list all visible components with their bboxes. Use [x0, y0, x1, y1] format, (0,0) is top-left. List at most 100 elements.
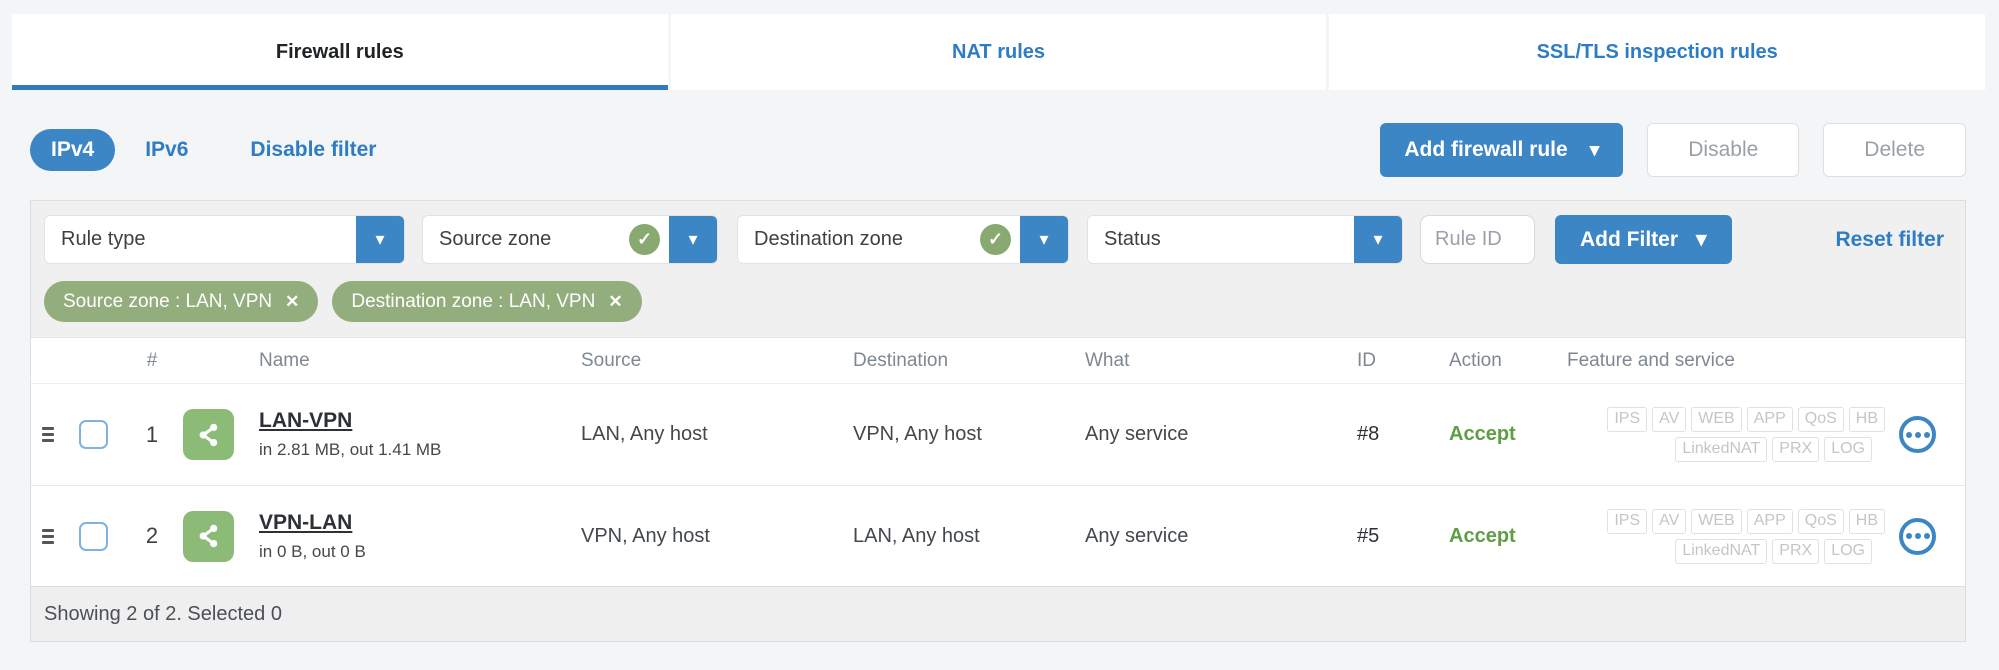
header-source: Source: [581, 349, 642, 371]
rule-action: Accept: [1449, 524, 1516, 547]
badge-prx: PRX: [1772, 538, 1820, 564]
tab-ssl-tls-inspection-rules[interactable]: SSL/TLS inspection rules: [1329, 14, 1986, 90]
delete-button[interactable]: Delete: [1823, 123, 1966, 177]
drag-handle-icon[interactable]: [42, 427, 54, 442]
rule-type-dropdown[interactable]: Rule type ▾: [44, 215, 405, 264]
badge-web: WEB: [1691, 407, 1742, 432]
rule-traffic: in 0 B, out 0 B: [259, 541, 366, 561]
row-number: 2: [145, 523, 159, 548]
table-header: # Name Source Destination What ID Action…: [31, 337, 1965, 384]
chevron-down-icon[interactable]: ▾: [1020, 216, 1068, 263]
badge-line-1: IPS AV WEB APP QoS HB: [1607, 508, 1885, 534]
row-menu-ellipsis-icon[interactable]: [1899, 416, 1936, 453]
add-filter-button[interactable]: Add Filter ▾: [1555, 215, 1732, 264]
ipv4-toggle[interactable]: IPv4: [30, 129, 116, 171]
rule-destination: VPN, Any host: [853, 423, 982, 445]
badge-av: AV: [1652, 407, 1687, 432]
header-destination: Destination: [853, 349, 949, 371]
filter-chip-source-zone: Source zone : LAN, VPN ✕: [44, 281, 319, 322]
close-icon[interactable]: ✕: [285, 292, 299, 312]
rule-type-label: Rule type: [61, 228, 146, 250]
badge-log: LOG: [1824, 437, 1872, 462]
header-id: ID: [1357, 349, 1376, 371]
badge-web: WEB: [1691, 508, 1742, 534]
chevron-down-icon[interactable]: ▾: [1354, 216, 1402, 263]
rule-id: #8: [1357, 423, 1380, 445]
destination-zone-label: Destination zone: [754, 228, 903, 250]
disable-button[interactable]: Disable: [1647, 123, 1800, 177]
reset-filter-link[interactable]: Reset filter: [1835, 228, 1952, 252]
row-checkbox[interactable]: [79, 420, 108, 449]
badge-line-2: LinkedNAT PRX LOG: [1675, 538, 1872, 564]
rule-source: VPN, Any host: [581, 524, 710, 547]
badge-qos: QoS: [1797, 508, 1844, 534]
source-zone-label: Source zone: [439, 228, 552, 250]
rule-name-link[interactable]: VPN-LAN: [259, 511, 352, 535]
badge-ips: IPS: [1607, 407, 1648, 432]
filter-area: Rule type ▾ Source zone ✓ ▾ Destination …: [31, 201, 1965, 337]
header-name: Name: [259, 349, 310, 371]
destination-zone-dropdown[interactable]: Destination zone ✓ ▾: [737, 215, 1069, 264]
badge-line-1: IPS AV WEB APP QoS HB: [1607, 407, 1885, 432]
rule-id: #5: [1357, 524, 1380, 547]
badge-prx: PRX: [1772, 437, 1820, 462]
chevron-down-icon: ▾: [1589, 139, 1600, 161]
ipv6-toggle[interactable]: IPv6: [145, 138, 188, 162]
rule-name-link[interactable]: LAN-VPN: [259, 409, 352, 433]
header-what: What: [1085, 349, 1130, 371]
controls-row: IPv4 IPv6 Disable filter Add firewall ru…: [30, 120, 1966, 180]
badge-linkednat: LinkedNAT: [1675, 437, 1768, 462]
header-action: Action: [1449, 349, 1502, 371]
badge-app: APP: [1746, 508, 1793, 534]
badge-hb: HB: [1848, 508, 1885, 534]
rule-destination: LAN, Any host: [853, 524, 980, 547]
badge-hb: HB: [1848, 407, 1885, 432]
filter-row: Rule type ▾ Source zone ✓ ▾ Destination …: [44, 215, 1952, 264]
chevron-down-icon[interactable]: ▾: [669, 216, 717, 263]
filter-chip-label: Destination zone : LAN, VPN: [351, 290, 596, 312]
badge-line-2: LinkedNAT PRX LOG: [1675, 437, 1872, 462]
badge-app: APP: [1746, 407, 1793, 432]
network-share-icon: [183, 510, 234, 562]
rule-source: LAN, Any host: [581, 423, 708, 445]
feature-badges: IPS AV WEB APP QoS HB LinkedNAT PRX LOG: [1559, 508, 1889, 564]
chevron-down-icon: ▾: [1696, 228, 1707, 251]
row-menu-ellipsis-icon[interactable]: [1899, 517, 1936, 555]
feature-badges: IPS AV WEB APP QoS HB LinkedNAT PRX LOG: [1559, 407, 1889, 462]
rule-traffic: in 2.81 MB, out 1.41 MB: [259, 440, 442, 459]
add-firewall-rule-label: Add firewall rule: [1404, 138, 1568, 161]
status-label: Status: [1104, 228, 1161, 250]
row-checkbox[interactable]: [79, 521, 108, 551]
add-firewall-rule-button[interactable]: Add firewall rule ▾: [1380, 123, 1624, 177]
check-circle-icon: ✓: [629, 224, 660, 255]
showing-summary: Showing 2 of 2. Selected 0: [44, 602, 282, 625]
header-num: #: [146, 349, 158, 371]
table-footer: Showing 2 of 2. Selected 0: [31, 586, 1965, 641]
filter-chip-label: Source zone : LAN, VPN: [63, 290, 273, 312]
add-filter-label: Add Filter: [1580, 227, 1678, 251]
filter-chip-destination-zone: Destination zone : LAN, VPN ✕: [332, 281, 642, 322]
drag-handle-icon[interactable]: [42, 528, 54, 544]
tab-bar: Firewall rules NAT rules SSL/TLS inspect…: [12, 14, 1986, 90]
badge-ips: IPS: [1607, 508, 1648, 534]
disable-filter-link[interactable]: Disable filter: [250, 138, 376, 162]
table-row: 2 VPN-LAN in 0 B, out 0 B VPN, Any host …: [31, 485, 1965, 586]
rule-what: Any service: [1085, 423, 1189, 445]
close-icon[interactable]: ✕: [608, 292, 622, 312]
network-share-icon: [183, 409, 234, 460]
firewall-rules-panel: Rule type ▾ Source zone ✓ ▾ Destination …: [30, 200, 1966, 642]
badge-linkednat: LinkedNAT: [1675, 538, 1768, 564]
badge-log: LOG: [1824, 538, 1872, 564]
status-dropdown[interactable]: Status ▾: [1087, 215, 1403, 264]
active-filter-chips: Source zone : LAN, VPN ✕ Destination zon…: [44, 281, 1952, 322]
tab-nat-rules[interactable]: NAT rules: [670, 14, 1327, 90]
header-features: Feature and service: [1567, 349, 1735, 371]
rule-action: Accept: [1449, 423, 1516, 445]
badge-qos: QoS: [1797, 407, 1844, 432]
rule-what: Any service: [1085, 524, 1189, 547]
tab-firewall-rules[interactable]: Firewall rules: [12, 14, 668, 90]
rule-id-input[interactable]: [1420, 215, 1535, 264]
row-number: 1: [145, 421, 159, 447]
chevron-down-icon[interactable]: ▾: [356, 216, 404, 263]
source-zone-dropdown[interactable]: Source zone ✓ ▾: [422, 215, 718, 264]
